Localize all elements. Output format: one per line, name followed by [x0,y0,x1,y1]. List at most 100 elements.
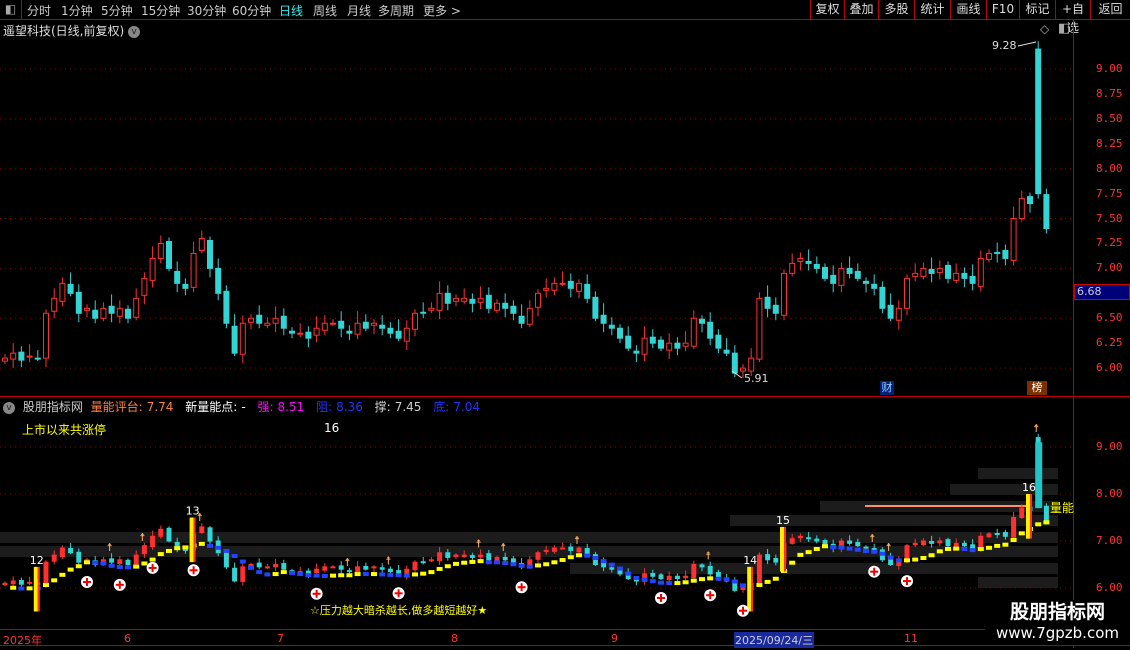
ma-segment [108,563,115,568]
candle-body [912,542,918,546]
ma-segment [502,561,509,566]
spike-bar [1035,442,1043,509]
strong-value: 8.51 [277,400,305,414]
candle-body [232,567,238,582]
ma-segment [1002,542,1009,547]
ma-segment [100,561,107,566]
ma-segment [51,578,58,583]
volume-band [978,468,1058,479]
price-tick: 8.50 [1096,111,1123,125]
limit-up-number: 15 [776,514,790,527]
candle-body [27,581,33,584]
time-axis-bottom [0,645,1130,646]
ma-segment [895,558,902,563]
indicator-name[interactable]: 股朋指标网 [23,400,83,414]
limit-up-bar-edge [193,517,196,563]
ma-segment [174,546,181,551]
ma-segment [133,564,140,569]
candle-body [150,535,156,548]
ma-segment [248,565,254,570]
ma-segment [789,560,796,565]
candle-body [437,552,443,562]
indicator-tick: 9.00 [1096,440,1123,453]
line-label: 量能 [1050,501,1075,515]
support-label: 撑: [374,400,391,414]
ma-segment [666,581,673,586]
ma-segment [354,572,361,577]
ma-segment [461,560,468,565]
rank-badge[interactable]: 榜 [1027,381,1047,395]
ma-segment [715,576,722,581]
limit-up-bar [189,517,194,563]
candle-body [1002,532,1008,537]
ma-segment [805,550,812,555]
candle-body [420,561,426,564]
ma-segment [510,562,517,567]
candle-body [633,579,639,582]
ma-segment [592,555,599,560]
candle-body [601,562,607,568]
indicator-tick: 8.00 [1096,487,1123,500]
candle-body [953,542,959,548]
volume-band [978,577,1058,588]
candle-body [1019,507,1025,519]
limit-up-bar [780,526,784,572]
ma-segment [871,549,878,554]
ma-segment [166,548,172,553]
time-tick: 6 [124,632,131,645]
candle-body [141,545,147,555]
ma-segment [822,544,828,549]
runner-icon: ☨ [574,534,580,547]
ma-segment [977,546,984,551]
candle-body [994,532,1000,535]
time-tick: 2025年 [3,634,42,647]
candle-body [363,565,369,570]
candle-body [773,557,779,563]
candle-body [551,547,557,552]
ma-segment [551,560,558,565]
limit-up-number: 14 [743,554,757,567]
ma-segment [182,545,189,550]
ma-segment [338,573,345,578]
ma-segment [813,546,820,551]
finance-badge[interactable]: 财 [880,381,894,395]
candle-body [371,566,377,569]
ma-segment [313,573,320,578]
limit-up-bar-edge [784,526,786,572]
candle-body [658,574,664,580]
ma-segment [535,563,541,568]
limit-up-bar-edge [37,566,40,612]
candle-body [125,559,131,566]
watermark-url: www.7gpzb.com [996,624,1119,642]
ma-segment [625,571,632,576]
indicator-chart[interactable]: 1213141516☨☨☨☨ ☨☨ ☨☨☨☨☨☨ [0,0,1130,630]
ma-segment [928,553,935,558]
price-tick: 7.00 [1096,261,1123,275]
time-tick: 8 [451,632,458,645]
ma-segment [559,557,566,562]
candle-body [855,541,861,547]
candle-body [76,551,82,563]
candle-body [568,546,574,551]
candle-body [281,563,287,570]
candle-body [494,556,500,562]
ma-segment [584,553,591,558]
ma-segment [617,566,623,571]
ma-segment [608,562,615,567]
candle-body [223,551,229,568]
candle-body [502,556,508,561]
strong-label: 强: [257,400,274,414]
ma-segment [289,570,295,575]
price-tick: 8.25 [1096,136,1123,150]
candle-body [961,542,967,547]
volume-band [570,563,1058,574]
candle-body [199,526,205,534]
ma-segment [1043,520,1050,525]
candle-body [806,537,812,540]
ma-segment [658,580,664,585]
score-value: 7.74 [146,400,174,414]
runner-icon: ☨ [1033,422,1039,435]
chevron-down-icon[interactable]: v [3,401,15,414]
time-tick: 11 [904,632,918,645]
price-tick: 8.75 [1096,86,1123,100]
